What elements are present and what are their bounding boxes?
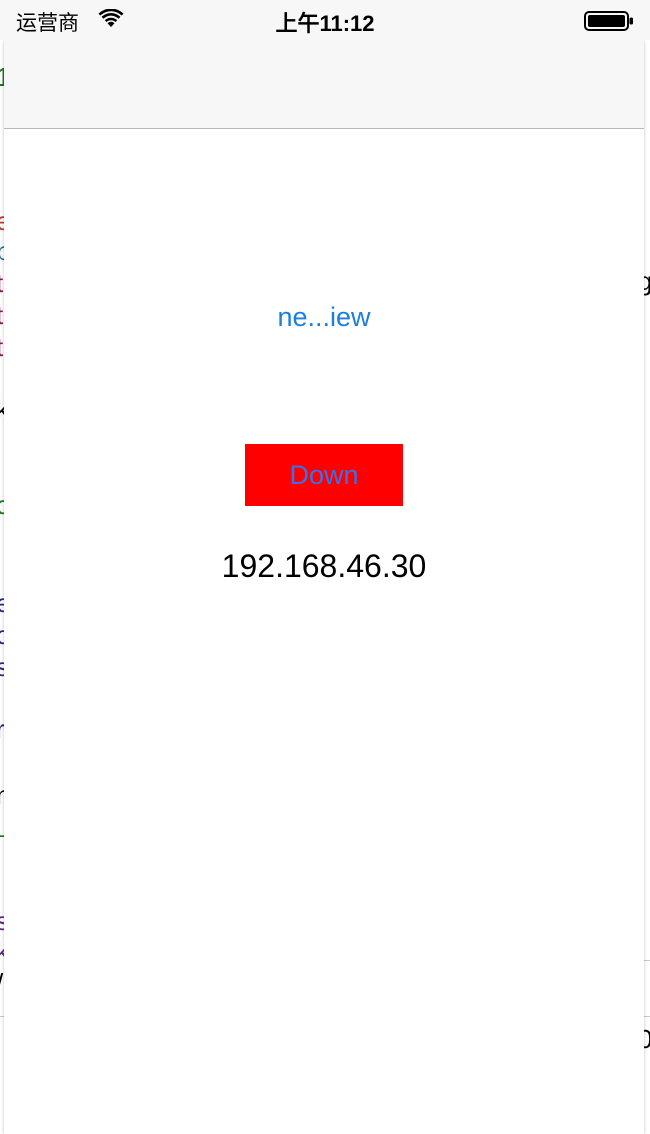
navigation-bar [4, 40, 644, 129]
background-text-fragment: t [0, 300, 3, 330]
battery-icon [584, 11, 633, 31]
app-screen: 1 e b t t t k c e c s r n _ s k / g 0 运营… [0, 0, 650, 1134]
background-divider [644, 960, 650, 961]
background-divider [644, 1016, 650, 1017]
modal-sheet: ne...iew Down 192.168.46.30 [4, 40, 644, 1134]
status-bar: 运营商 上午11:12 [0, 0, 650, 40]
status-time: 上午11:12 [275, 11, 375, 36]
background-text-fragment: t [0, 268, 3, 298]
open-webview-link[interactable]: ne...iew [4, 302, 644, 333]
ip-address-label: 192.168.46.30 [221, 548, 427, 584]
background-text-fragment: t [0, 332, 3, 362]
background-text-fragment: / [0, 968, 3, 998]
down-button[interactable]: Down [245, 444, 403, 506]
